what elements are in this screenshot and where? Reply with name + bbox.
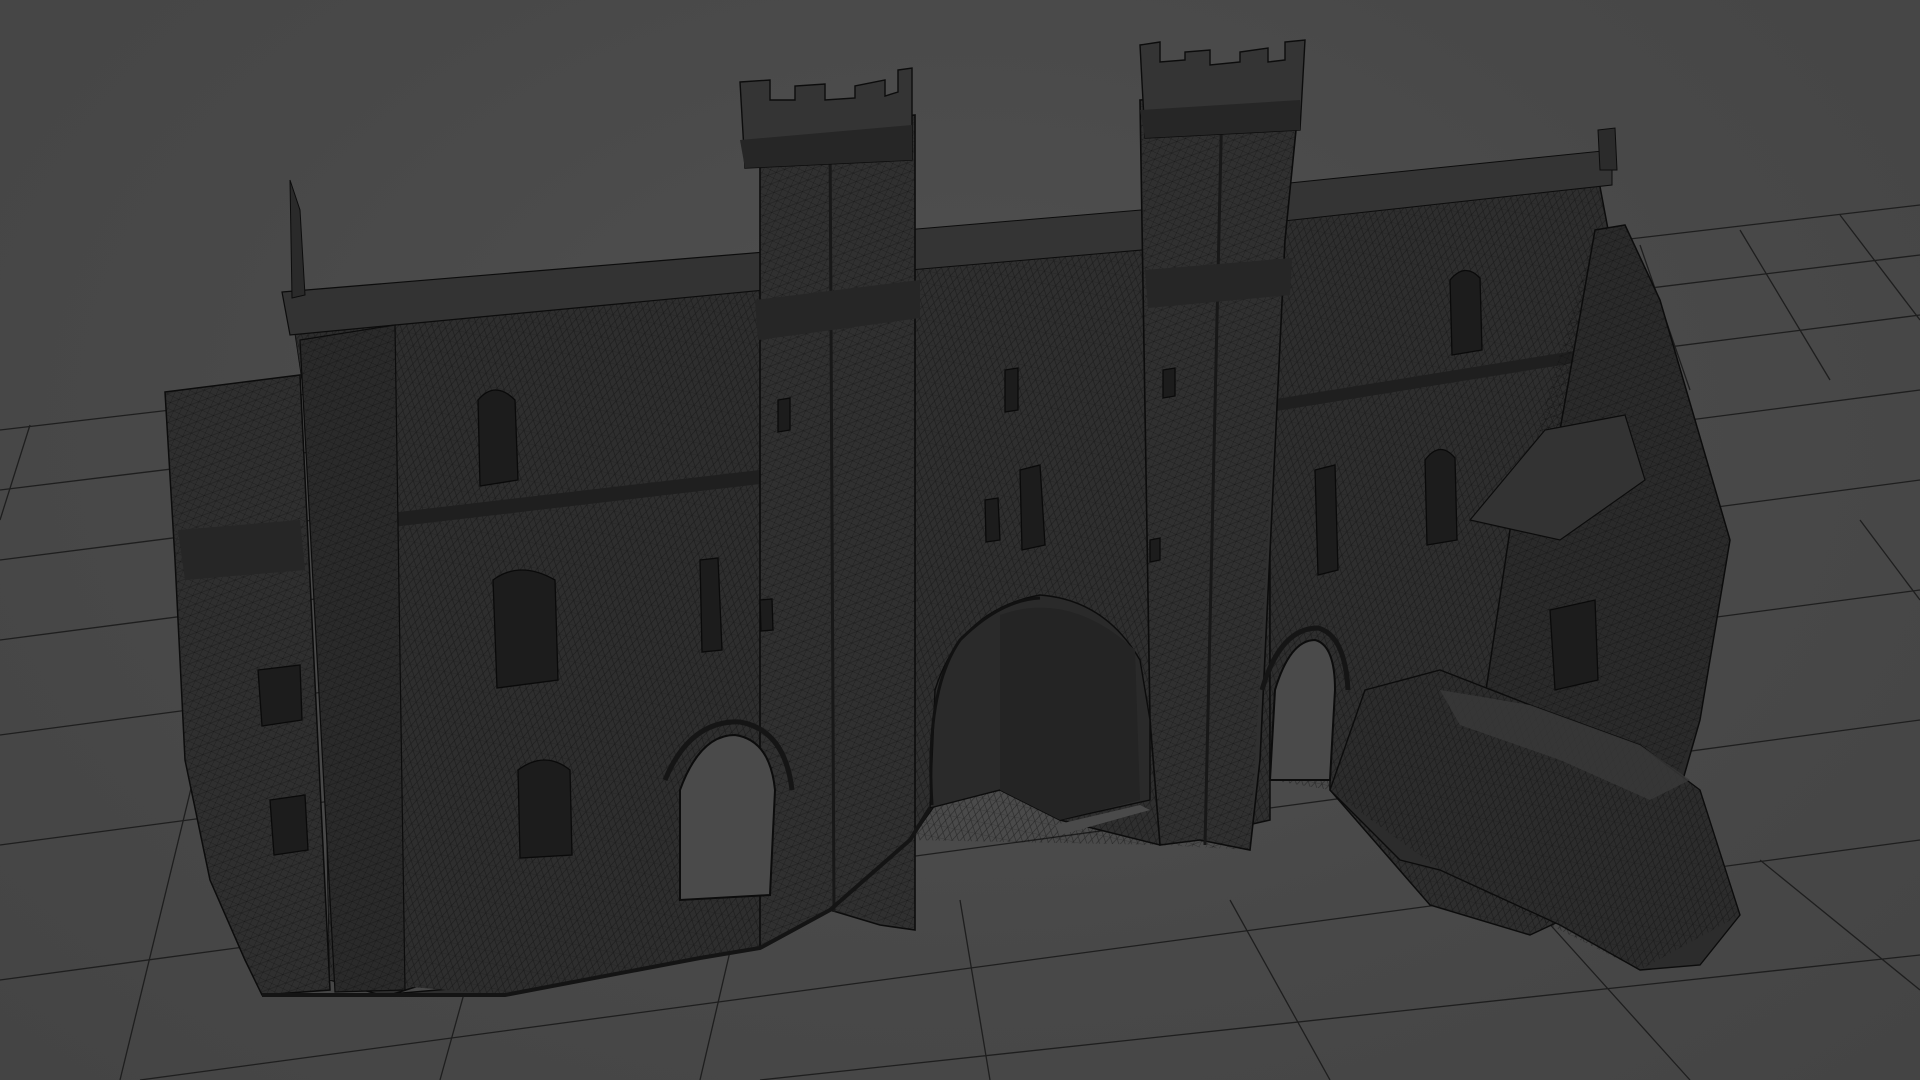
window bbox=[257, 664, 303, 727]
window bbox=[699, 557, 723, 653]
window bbox=[1424, 448, 1458, 546]
window bbox=[1449, 269, 1483, 356]
scene-canvas[interactable] bbox=[0, 0, 1920, 1080]
window bbox=[517, 759, 573, 859]
gatehouse-mesh[interactable] bbox=[164, 39, 1741, 997]
3d-viewport[interactable] bbox=[0, 0, 1920, 1080]
window bbox=[269, 794, 309, 856]
window bbox=[759, 598, 774, 632]
window bbox=[1162, 367, 1176, 399]
window bbox=[492, 569, 559, 689]
window bbox=[984, 497, 1001, 543]
window bbox=[1314, 464, 1339, 576]
window bbox=[1149, 537, 1161, 563]
window bbox=[477, 389, 519, 487]
left-wing-ledge bbox=[178, 520, 305, 580]
window bbox=[1549, 599, 1599, 691]
window bbox=[1019, 464, 1046, 551]
window bbox=[1004, 367, 1019, 413]
left-spire bbox=[289, 179, 306, 299]
window bbox=[777, 397, 791, 433]
right-pinnacle bbox=[1597, 127, 1618, 171]
side-archway-icon[interactable] bbox=[679, 733, 777, 902]
